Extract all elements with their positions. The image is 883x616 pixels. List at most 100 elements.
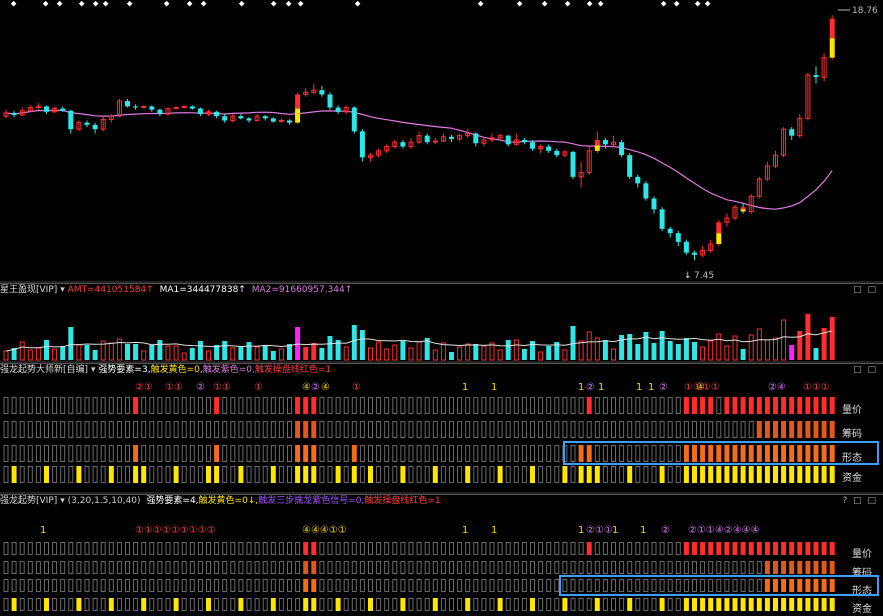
signal-cell-off — [68, 598, 74, 611]
signal-cell-off — [27, 561, 33, 574]
volume-bar — [489, 342, 495, 361]
signal-cell-off — [52, 421, 58, 438]
signal-cell-off — [149, 445, 155, 462]
restore-icon[interactable]: □ — [853, 285, 862, 295]
signal-cell-off — [400, 445, 406, 462]
signal-cell-on — [813, 542, 819, 555]
signal-cell-off — [675, 561, 681, 574]
signal-cell-off — [295, 542, 301, 555]
signal-cell-off — [708, 561, 714, 574]
price-chart[interactable]: 18.76↓ 7.45② ① ①① ② ①① ① ④ ② ④ ① 1 1 1 ② 1 1 1 ② ①①①①④ ②④ ①①①… — [0, 0, 883, 616]
panel1-pattern-highlight — [563, 441, 879, 465]
signal-cell-on — [133, 445, 139, 462]
panel1-signal: ① — [144, 382, 153, 393]
signal-cell-off — [92, 466, 98, 483]
signal-cell-off — [692, 561, 697, 574]
panel2-signal: 1 — [491, 525, 497, 536]
signal-cell-off — [157, 397, 163, 414]
signal-cell-on — [805, 561, 811, 574]
signal-cell-off — [465, 561, 471, 574]
volume-bar — [149, 345, 155, 360]
signal-cell-off — [635, 598, 641, 611]
restore-icon[interactable]: □ — [853, 496, 862, 506]
close-icon[interactable]: □ — [867, 496, 876, 506]
signal-cell-off — [432, 445, 438, 462]
signal-cell-on — [586, 542, 592, 555]
panel2-title[interactable]: 强龙起势[VIP] — [0, 496, 57, 506]
signal-cell-off — [125, 598, 130, 611]
candle-body-down — [197, 108, 203, 114]
signal-cell-on — [732, 466, 738, 483]
signal-cell-on — [530, 598, 535, 611]
panel2-red: 触发操盘线红色=1 — [364, 496, 441, 506]
signal-cell-off — [254, 397, 260, 414]
signal-cell-off — [424, 579, 430, 592]
signal-cell-off — [222, 421, 228, 438]
signal-cell-off — [149, 421, 155, 438]
signal-cell-off — [627, 542, 633, 555]
signal-cell-off — [335, 421, 341, 438]
volume-indicator-name[interactable]: 星王盈现[VIP] — [0, 285, 57, 295]
signal-cell-off — [359, 397, 365, 414]
signal-cell-off — [611, 421, 616, 438]
signal-cell-off — [68, 466, 74, 483]
help-icon[interactable]: ? — [842, 496, 847, 506]
signal-cell-on — [813, 466, 819, 483]
signal-cell-off — [521, 598, 527, 611]
signal-cell-off — [197, 598, 203, 611]
signal-cell-off — [35, 421, 41, 438]
signal-cell-off — [76, 561, 82, 574]
volume-bar — [44, 340, 49, 360]
signal-cell-off — [408, 598, 414, 611]
signal-cell-off — [133, 561, 139, 574]
signal-cell-off — [538, 445, 544, 462]
top-signal-marker — [10, 0, 17, 7]
signal-cell-off — [359, 598, 365, 611]
top-signal-marker — [660, 0, 667, 7]
signal-cell-off — [635, 397, 641, 414]
panel1-title[interactable]: 强龙起势大师新[自编] — [0, 365, 88, 375]
signal-cell-off — [116, 598, 122, 611]
restore-icon[interactable]: □ — [853, 365, 862, 375]
signal-cell-on — [562, 598, 568, 611]
panel2-label-price-volume: 量价 — [852, 549, 872, 560]
signal-cell-off — [554, 466, 560, 483]
top-signal-marker — [541, 0, 548, 7]
panel1-signal: ① — [352, 382, 361, 393]
signal-cell-off — [60, 542, 66, 555]
signal-cell-on — [700, 466, 706, 483]
signal-cell-off — [44, 579, 49, 592]
signal-cell-off — [246, 397, 252, 414]
volume-bar — [400, 341, 406, 360]
candle-body-down — [635, 176, 641, 184]
signal-cell-on — [295, 445, 301, 462]
signal-cell-off — [392, 579, 398, 592]
signal-cell-on — [270, 466, 276, 483]
signal-cell-off — [513, 579, 519, 592]
volume-bar — [84, 345, 90, 360]
signal-cell-off — [359, 579, 365, 592]
signal-cell-off — [173, 579, 179, 592]
signal-cell-off — [76, 397, 82, 414]
signal-cell-off — [108, 579, 114, 592]
volume-bar — [457, 346, 463, 361]
signal-cell-on — [303, 598, 309, 611]
signal-cell-off — [157, 542, 163, 555]
signal-cell-off — [675, 421, 681, 438]
signal-cell-off — [327, 466, 333, 483]
signal-cell-off — [76, 579, 82, 592]
candle-body-down — [270, 118, 276, 122]
panel1-factor: 强势要素=3, — [98, 365, 151, 375]
close-icon[interactable]: □ — [867, 365, 876, 375]
signal-cell-on — [497, 466, 503, 483]
signal-cell-off — [149, 397, 155, 414]
close-icon[interactable]: □ — [867, 285, 876, 295]
volume-bar — [692, 342, 697, 360]
signal-cell-off — [92, 561, 98, 574]
signal-cell-on — [76, 598, 82, 611]
signal-cell-off — [327, 421, 333, 438]
signal-cell-off — [619, 397, 625, 414]
signal-cell-on — [724, 598, 730, 611]
signal-cell-off — [521, 542, 527, 555]
panel1-signal: ④ — [321, 382, 330, 393]
